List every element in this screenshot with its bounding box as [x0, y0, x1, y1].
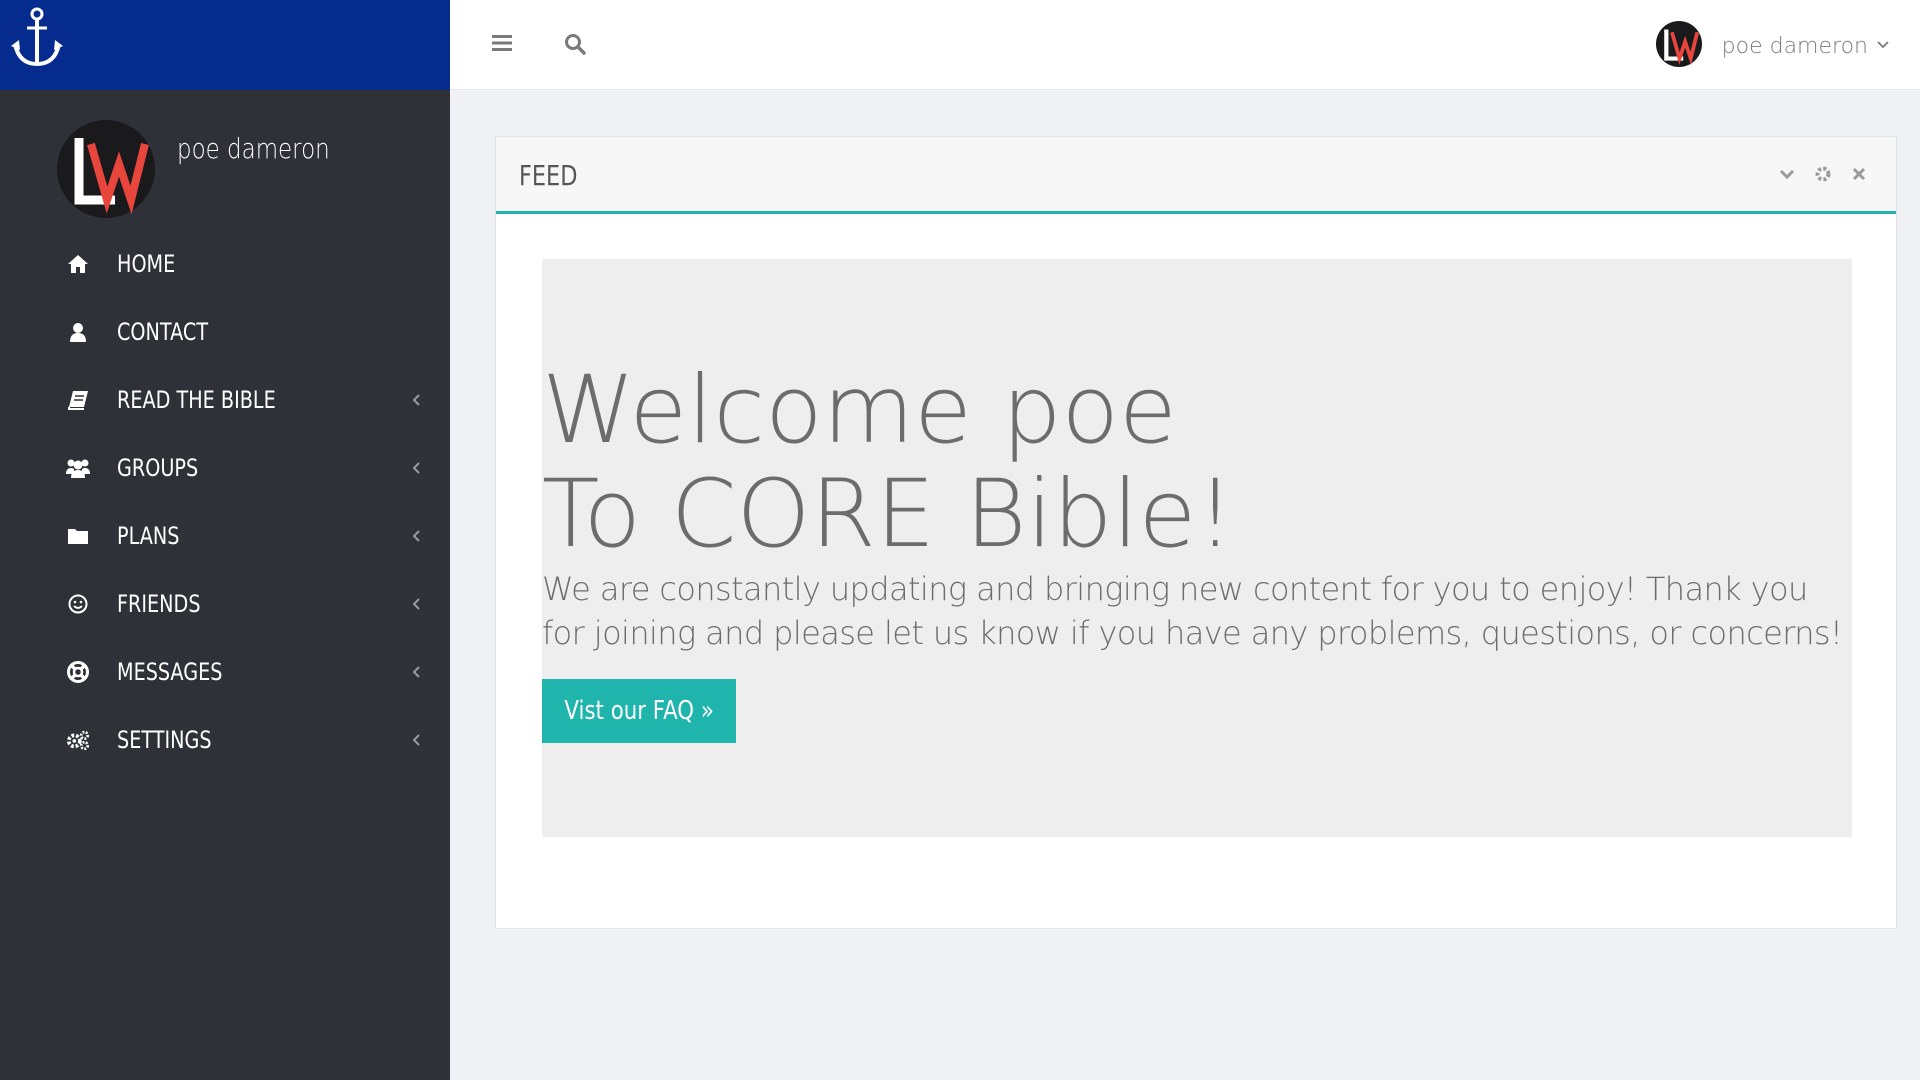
life-ring-icon — [66, 660, 90, 684]
sidebar-item-contact[interactable]: CONTACT — [0, 298, 450, 366]
panel-title: FEED — [519, 159, 578, 192]
panel-header: FEED — [496, 137, 1896, 214]
gear-icon[interactable] — [1814, 165, 1832, 183]
welcome-text: We are constantly updating and bringing … — [542, 570, 1843, 652]
avatar[interactable] — [1655, 20, 1702, 72]
smile-icon — [66, 592, 90, 616]
faq-button[interactable]: Vist our FAQ » — [542, 679, 736, 743]
sidebar-item-plans[interactable]: PLANS — [0, 502, 450, 570]
sidebar-item-label: FRIENDS — [117, 590, 201, 618]
search-icon[interactable] — [564, 33, 586, 60]
welcome-jumbotron: Welcome poe To CORE Bible! We are consta… — [542, 259, 1852, 837]
panel-tools — [1778, 165, 1868, 183]
sidebar-item-read-the-bible[interactable]: READ THE BIBLE — [0, 366, 450, 434]
chevron-left-icon — [410, 529, 424, 543]
home-icon — [66, 252, 90, 276]
chevron-down-icon[interactable] — [1876, 37, 1890, 55]
chevron-left-icon — [410, 393, 424, 407]
bars-icon[interactable] — [492, 34, 512, 57]
sidebar-item-groups[interactable]: GROUPS — [0, 434, 450, 502]
top-bar: poe dameron — [450, 0, 1920, 90]
feed-panel: FEED Welcome poe To CORE Bible! We are c… — [495, 136, 1897, 929]
sidebar-item-label: PLANS — [117, 522, 180, 550]
sidebar-item-label: SETTINGS — [117, 726, 212, 754]
users-icon — [66, 456, 90, 480]
welcome-title-line: Welcome poe — [542, 356, 1177, 465]
profile-name: poe dameron — [177, 132, 330, 165]
sidebar-item-label: READ THE BIBLE — [117, 386, 276, 414]
anchor-icon[interactable] — [11, 6, 63, 75]
sidebar: poe dameron HOME CONTACT READ THE BIBLE — [0, 0, 450, 1080]
sidebar-item-friends[interactable]: FRIENDS — [0, 570, 450, 638]
sidebar-item-settings[interactable]: SETTINGS — [0, 706, 450, 774]
sidebar-item-messages[interactable]: MESSAGES — [0, 638, 450, 706]
user-icon — [66, 320, 90, 344]
chevron-left-icon — [410, 665, 424, 679]
avatar[interactable] — [57, 120, 155, 223]
sidebar-item-label: CONTACT — [117, 318, 209, 346]
sidebar-item-label: GROUPS — [117, 454, 199, 482]
sidebar-nav: HOME CONTACT READ THE BIBLE GROUPS PLANS… — [0, 230, 450, 774]
welcome-title: Welcome poe To CORE Bible! — [542, 359, 1234, 567]
chevron-left-icon — [410, 597, 424, 611]
sidebar-item-label: HOME — [117, 250, 176, 278]
chevron-left-icon — [410, 733, 424, 747]
chevron-left-icon — [410, 461, 424, 475]
user-menu[interactable]: poe dameron — [1655, 20, 1890, 68]
cogs-icon — [66, 728, 90, 752]
user-name[interactable]: poe dameron — [1722, 34, 1868, 59]
welcome-title-line: To CORE Bible! — [542, 460, 1235, 569]
faq-button-label: Vist our FAQ » — [564, 696, 714, 726]
sidebar-item-home[interactable]: HOME — [0, 230, 450, 298]
sidebar-profile: poe dameron — [0, 90, 450, 230]
book-icon — [66, 388, 90, 412]
sidebar-item-label: MESSAGES — [117, 658, 223, 686]
close-icon[interactable] — [1850, 165, 1868, 183]
brand-bar — [0, 0, 450, 90]
folder-icon — [66, 524, 90, 548]
chevron-down-icon[interactable] — [1778, 165, 1796, 183]
